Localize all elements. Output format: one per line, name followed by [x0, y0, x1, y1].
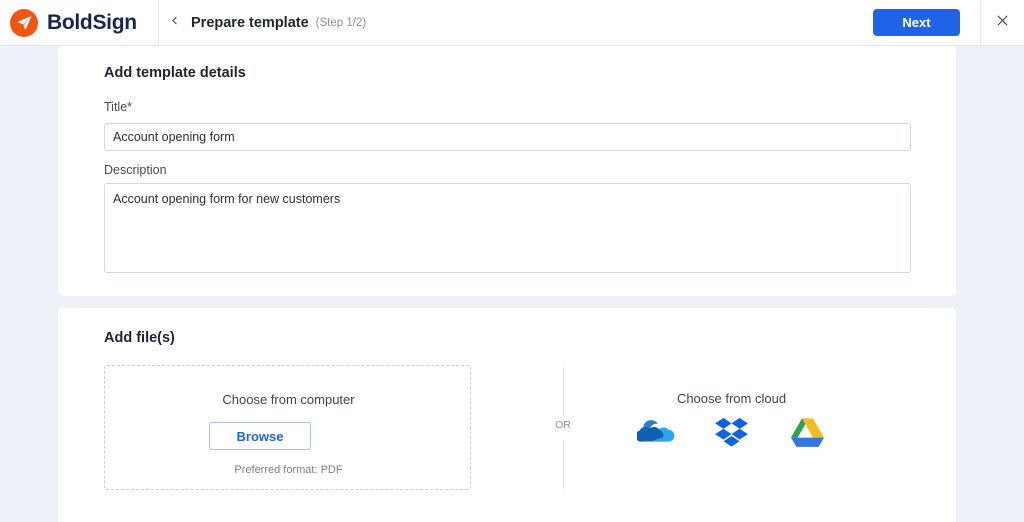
google-drive-icon [790, 417, 824, 453]
or-line-top [563, 367, 564, 415]
title-field-label: Title* [104, 100, 133, 114]
or-separator: OR [492, 365, 634, 490]
browse-button[interactable]: Browse [209, 422, 311, 450]
close-icon [995, 13, 1010, 33]
onedrive-button[interactable] [635, 416, 677, 454]
or-line-bottom [563, 441, 564, 489]
dropbox-button[interactable] [710, 416, 752, 454]
close-button[interactable] [980, 0, 1024, 46]
description-field-label: Description [104, 163, 167, 177]
chevron-left-icon [168, 14, 181, 32]
description-input[interactable] [104, 183, 911, 273]
brand-logo: BoldSign [0, 8, 158, 37]
add-files-card: Add file(s) Choose from computer Browse … [58, 308, 956, 522]
preferred-format-hint: Preferred format: PDF [234, 464, 343, 476]
file-dropzone[interactable]: Choose from computer Browse Preferred fo… [104, 365, 471, 490]
onedrive-icon [635, 419, 675, 451]
google-drive-button[interactable] [786, 416, 828, 454]
app-header: BoldSign Prepare template (Step 1/2) Nex… [0, 0, 1024, 46]
template-details-card: Add template details Title* Description [58, 46, 956, 296]
files-section-title: Add file(s) [104, 330, 175, 346]
choose-from-computer-label: Choose from computer [222, 392, 355, 407]
page-title: Prepare template [191, 14, 309, 31]
header-actions: Next [873, 0, 1024, 46]
back-button[interactable] [159, 0, 189, 46]
brand-name: BoldSign [47, 10, 137, 34]
dropbox-icon [715, 417, 748, 453]
or-label: OR [555, 419, 571, 431]
title-input[interactable] [104, 123, 911, 151]
details-section-title: Add template details [104, 65, 246, 81]
boldsign-paper-plane-logo [10, 8, 38, 37]
choose-from-cloud-label: Choose from cloud [676, 391, 787, 406]
step-indicator: (Step 1/2) [315, 16, 367, 29]
next-button[interactable]: Next [873, 9, 960, 36]
cloud-provider-list [618, 416, 845, 454]
